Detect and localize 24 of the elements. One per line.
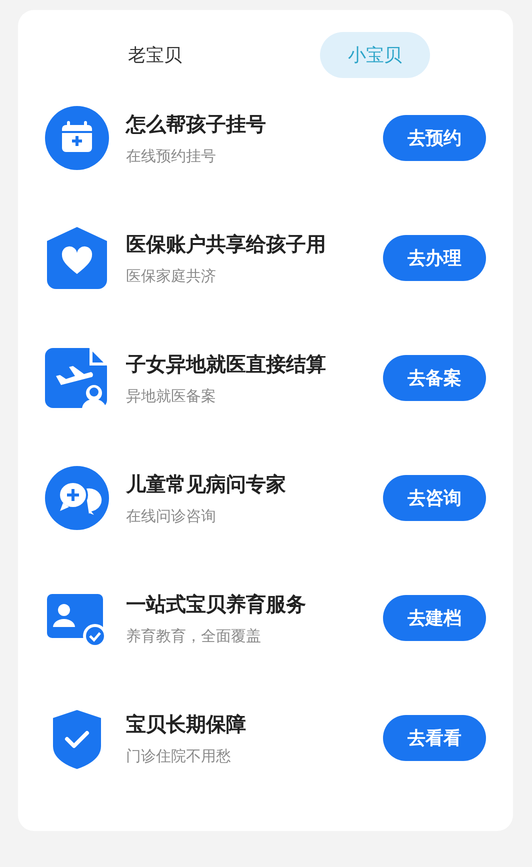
service-subtitle: 在线预约挂号 [126, 146, 217, 166]
service-subtitle: 养育教育，全面覆盖 [126, 626, 262, 646]
service-title: 一站式宝贝养育服务 [126, 590, 307, 618]
service-title: 怎么帮孩子挂号 [126, 110, 267, 138]
calendar-plus-icon [45, 106, 109, 170]
service-subtitle: 异地就医备案 [126, 386, 217, 406]
chat-plus-icon [45, 466, 109, 530]
action-button[interactable]: 去办理 [383, 235, 486, 281]
service-title: 子女异地就医直接结算 [126, 350, 327, 378]
action-button[interactable]: 去预约 [383, 115, 486, 161]
service-subtitle: 在线问诊咨询 [126, 506, 217, 526]
action-button[interactable]: 去建档 [383, 595, 486, 641]
service-title: 医保账户共享给孩子用 [126, 230, 327, 258]
service-title: 儿童常见病问专家 [126, 470, 287, 498]
service-title: 宝贝长期保障 [126, 710, 247, 738]
airplane-document-icon [45, 346, 109, 410]
tab[interactable]: 小宝贝 [320, 32, 430, 78]
heart-house-icon [45, 226, 109, 290]
service-subtitle: 门诊住院不用愁 [126, 746, 232, 766]
action-button[interactable]: 去备案 [383, 355, 486, 401]
action-button[interactable]: 去看看 [383, 715, 486, 761]
action-button[interactable]: 去咨询 [383, 475, 486, 521]
tab[interactable]: 老宝贝 [100, 32, 210, 78]
service-subtitle: 医保家庭共济 [126, 266, 217, 286]
